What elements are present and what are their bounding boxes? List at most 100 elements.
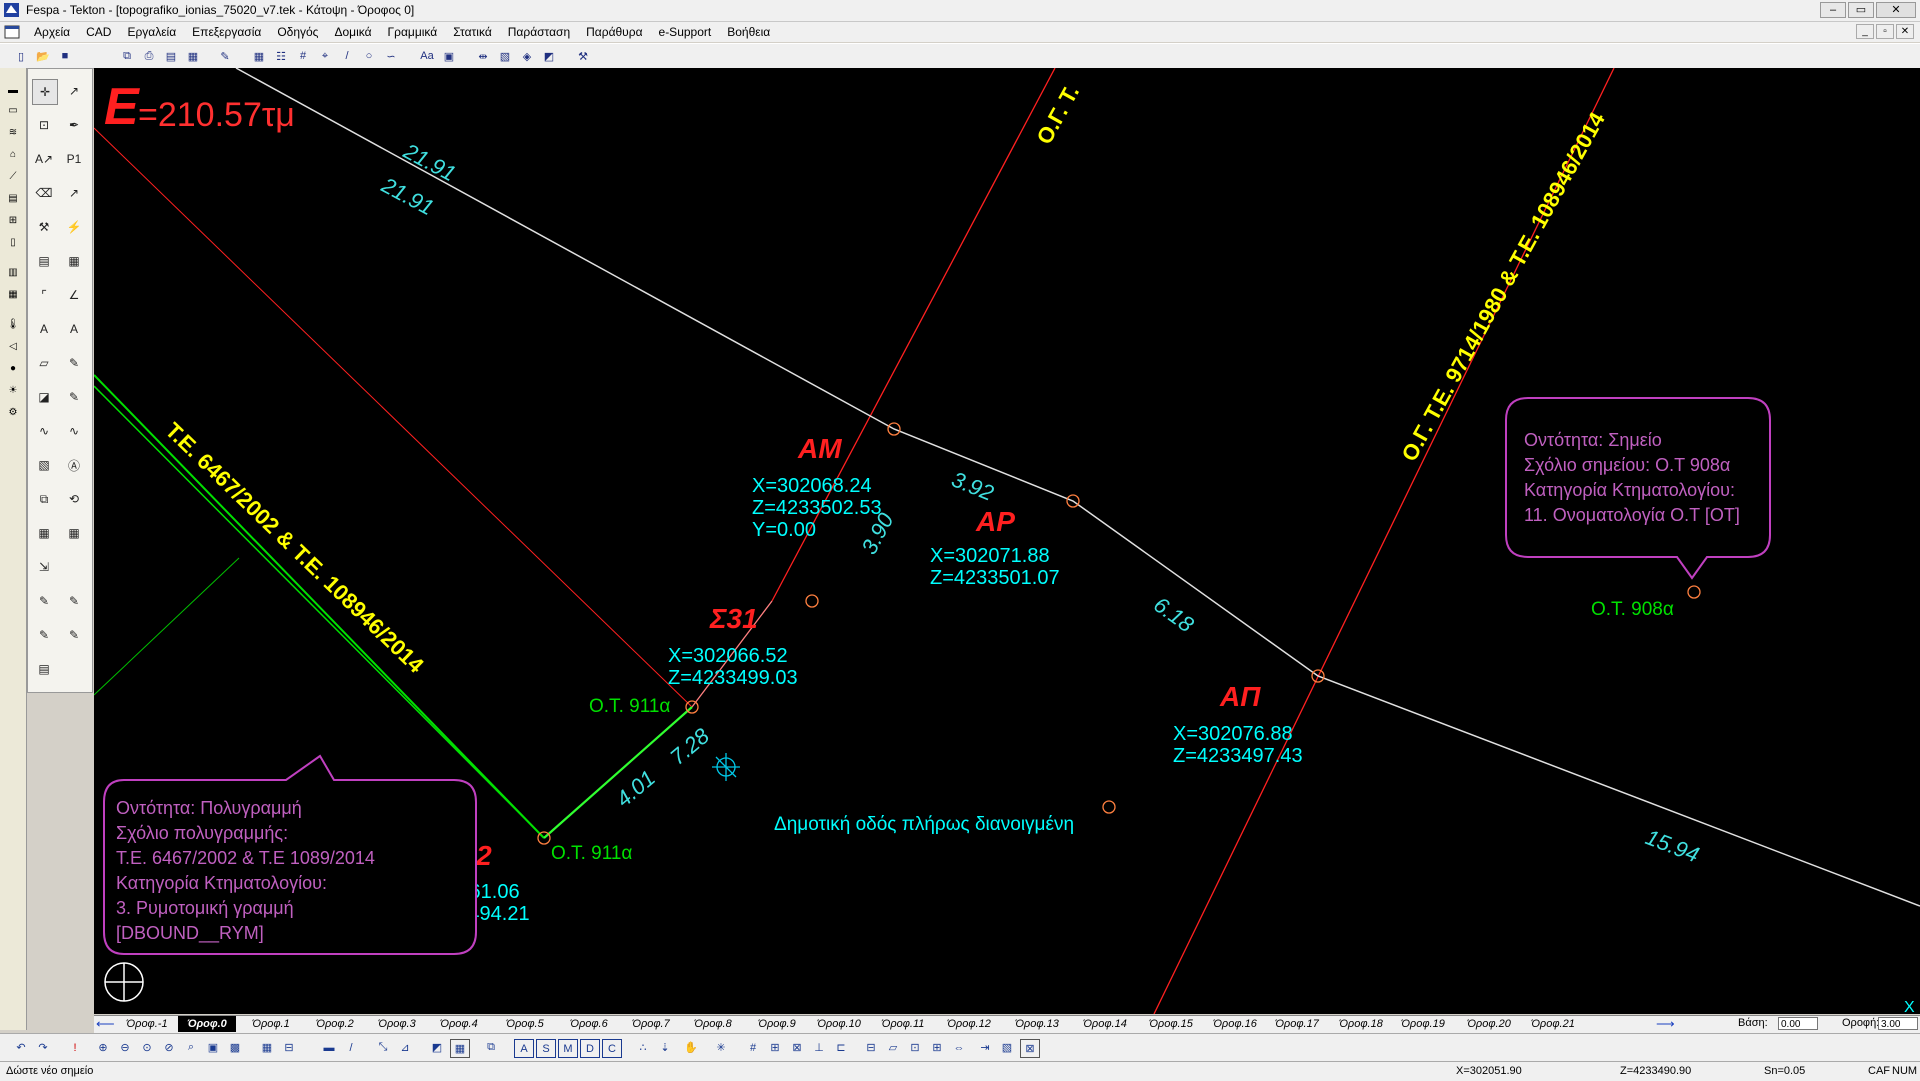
undo-icon[interactable]: ↶	[12, 1039, 30, 1056]
table-icon[interactable]: ☷	[272, 47, 290, 65]
speaker-icon[interactable]: ◁	[4, 338, 22, 354]
door-icon[interactable]: ▯	[4, 234, 22, 250]
floor-tab[interactable]: Όροφ.-1	[118, 1016, 176, 1032]
floor-tab[interactable]: Όροφ.9	[748, 1016, 806, 1032]
line-style-icon[interactable]: ▬	[320, 1039, 338, 1056]
menu-arxeia[interactable]: Αρχεία	[26, 22, 78, 42]
floor-tab[interactable]: Όροφ.4	[430, 1016, 488, 1032]
menu-parastasi[interactable]: Παράσταση	[500, 22, 578, 42]
line-tool-icon[interactable]: /	[338, 47, 356, 65]
floor-next-arrow-icon[interactable]: ⟶	[1656, 1016, 1675, 1032]
menu-esupport[interactable]: e-Support	[651, 22, 720, 42]
snap-tangent-icon[interactable]: ⊡	[906, 1039, 924, 1056]
menu-domika[interactable]: Δομικά	[326, 22, 379, 42]
ortho-icon[interactable]: ✳	[712, 1039, 730, 1056]
minimize-button[interactable]: –	[1820, 2, 1846, 18]
table-insert-icon[interactable]: ▦	[32, 521, 56, 545]
ramp-icon[interactable]: ⟋	[4, 168, 22, 184]
point-marker-road[interactable]	[1102, 800, 1116, 814]
spline-edit-icon[interactable]: ∿	[62, 419, 86, 443]
snap-extension-icon[interactable]: ⇥	[976, 1039, 994, 1056]
layer-state-icon[interactable]: ⊟	[280, 1039, 298, 1056]
wrench-icon[interactable]: ⚒	[32, 215, 56, 239]
zoom-realtime-icon[interactable]: ⊘	[160, 1039, 178, 1056]
floor-tab[interactable]: Όροφ.16	[1206, 1016, 1264, 1032]
floor-tab[interactable]: Όροφ.21	[1524, 1016, 1582, 1032]
snap-hatch-icon[interactable]: ▧	[998, 1039, 1016, 1056]
blocks-icon[interactable]: ◩	[540, 47, 558, 65]
dimension-tool-icon[interactable]: ⇹	[474, 47, 492, 65]
copy-block-icon[interactable]: ⧉	[32, 487, 56, 511]
slab-icon[interactable]: ▬	[4, 82, 22, 98]
wall-icon[interactable]: ▤	[4, 190, 22, 206]
fill-pen-icon[interactable]: ✎	[62, 385, 86, 409]
hatch-tool-icon[interactable]: ▧	[496, 47, 514, 65]
pen-area-edit-icon[interactable]: ✎	[62, 623, 86, 647]
maximize-button[interactable]: ▭	[1848, 2, 1874, 18]
angle-icon[interactable]: ∠	[62, 283, 86, 307]
plumbing-icon[interactable]: ⚙	[4, 404, 22, 420]
floor-tab[interactable]: Όροφ.2	[306, 1016, 364, 1032]
tools-icon[interactable]: ⚒	[574, 47, 592, 65]
new-file-icon[interactable]: ▯	[12, 47, 30, 65]
mdi-close-button[interactable]: ✕	[1896, 24, 1914, 39]
toggle-c-icon[interactable]: C	[602, 1039, 622, 1058]
floor-tab[interactable]: Όροφ.15	[1142, 1016, 1200, 1032]
copy-view-icon[interactable]: ⧉	[482, 1039, 500, 1056]
eraser-icon[interactable]: ⌫	[32, 181, 56, 205]
redo-icon[interactable]: ↷	[34, 1039, 52, 1056]
doc-edit-icon[interactable]: ▤	[32, 249, 56, 273]
pen-line-icon[interactable]: ✎	[32, 589, 56, 613]
document-icon[interactable]	[4, 25, 20, 39]
grid-table-icon[interactable]: ▦	[62, 249, 86, 273]
text-insert-icon[interactable]: A	[32, 317, 56, 341]
pen-line-edit-icon[interactable]: ✎	[62, 589, 86, 613]
menu-parathyra[interactable]: Παράθυρα	[578, 22, 650, 42]
properties-icon[interactable]: ▤	[32, 657, 56, 681]
snap-near-icon[interactable]: ⊏	[832, 1039, 850, 1056]
snap-perp-icon[interactable]: ⊥	[810, 1039, 828, 1056]
layers-icon[interactable]: ◈	[518, 47, 536, 65]
snap-center-icon[interactable]: ⊞	[928, 1039, 946, 1056]
open-folder-icon[interactable]: 📂	[34, 47, 52, 65]
zoom-extents-icon[interactable]: ⌕	[182, 1039, 200, 1056]
menu-epexergasia[interactable]: Επεξεργασία	[184, 22, 269, 42]
snap-end-icon[interactable]: ⊞	[766, 1039, 784, 1056]
text-arrow-icon[interactable]: A↗	[32, 147, 56, 171]
zoom-out-icon[interactable]: ⊖	[116, 1039, 134, 1056]
snap-quadrant-icon[interactable]: ⇔	[950, 1039, 968, 1056]
pencil-icon[interactable]: ✎	[216, 47, 234, 65]
exclamation-icon[interactable]: !	[66, 1039, 84, 1056]
snap-parallel-icon[interactable]: ▱	[884, 1039, 902, 1056]
stairs-icon[interactable]: ≋	[4, 124, 22, 140]
magic-wand-icon[interactable]: ⚡	[62, 215, 86, 239]
image-tool-icon[interactable]: ▣	[440, 47, 458, 65]
floor-tab[interactable]: Όροφ.6	[560, 1016, 618, 1032]
line-color-icon[interactable]: /	[342, 1039, 360, 1056]
floor-tab[interactable]: Όροφ.20	[1460, 1016, 1518, 1032]
snap-node-icon[interactable]: ⤡	[374, 1039, 392, 1056]
floor-tab[interactable]: Όροφ.1	[242, 1016, 300, 1032]
zoom-all-icon[interactable]: ▣	[204, 1039, 222, 1056]
hatch-icon[interactable]: ▧	[32, 453, 56, 477]
snap-intersect-icon[interactable]: ⊟	[862, 1039, 880, 1056]
area-icon[interactable]: Ⓐ	[62, 453, 86, 477]
regen-icon[interactable]: ▩	[226, 1039, 244, 1056]
floor-tab[interactable]: Όροφ.10	[810, 1016, 868, 1032]
toggle-m-icon[interactable]: M	[558, 1039, 578, 1058]
snap-arrow-icon[interactable]: ⇣	[656, 1039, 674, 1056]
basi-input[interactable]: 0.00	[1778, 1017, 1818, 1030]
measure-icon[interactable]: ⊡	[32, 113, 56, 137]
mdi-minimize-button[interactable]: _	[1856, 24, 1874, 39]
floor-tab[interactable]: Όροφ.3	[368, 1016, 426, 1032]
snap-icon[interactable]: ◩	[428, 1039, 446, 1056]
copy-icon[interactable]: ⧉	[118, 47, 136, 65]
toggle-s-icon[interactable]: S	[536, 1039, 556, 1058]
bulb-icon[interactable]: ●	[4, 360, 22, 376]
fill-icon[interactable]: ◪	[32, 385, 56, 409]
snap-point-icon[interactable]: ∴	[634, 1039, 652, 1056]
arrow-up-icon[interactable]: ↗	[62, 181, 86, 205]
spline-icon[interactable]: ∿	[32, 419, 56, 443]
print-icon[interactable]: ⎙	[140, 47, 158, 65]
close-button[interactable]: ✕	[1876, 2, 1916, 18]
